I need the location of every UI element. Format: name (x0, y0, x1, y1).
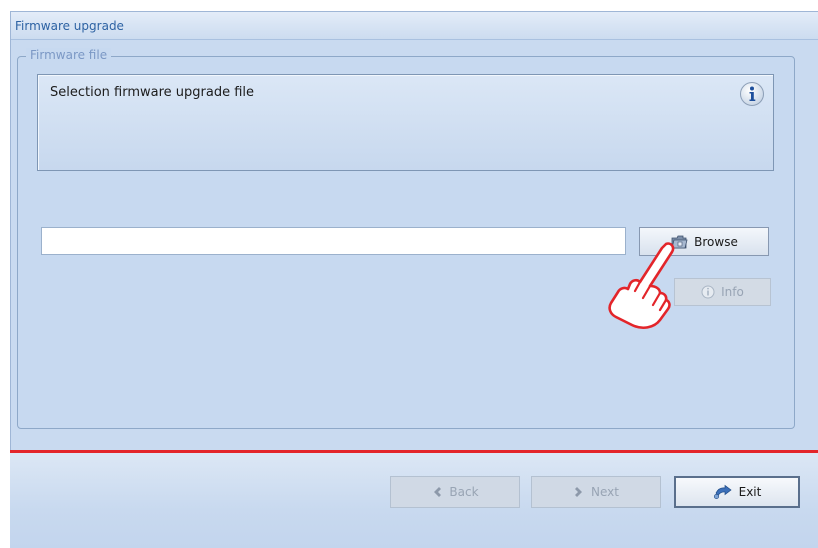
exit-button[interactable]: Exit (674, 476, 800, 508)
back-button[interactable]: Back (390, 476, 520, 508)
title-bar: Firmware upgrade (11, 12, 818, 40)
info-button-label: Info (721, 285, 744, 299)
info-icon (740, 82, 764, 106)
window-title: Firmware upgrade (15, 19, 124, 33)
next-button-label: Next (591, 485, 619, 499)
group-legend: Firmware file (26, 48, 112, 62)
pointing-hand-icon (608, 242, 675, 330)
info-circle-icon (701, 285, 715, 299)
chevron-left-icon (431, 486, 443, 498)
back-button-label: Back (449, 485, 479, 499)
next-button[interactable]: Next (531, 476, 661, 508)
info-panel-text: Selection firmware upgrade file (50, 85, 255, 100)
exit-icon (713, 484, 733, 500)
browse-button-label: Browse (694, 234, 738, 249)
chevron-right-icon (573, 486, 585, 498)
exit-button-label: Exit (738, 485, 762, 499)
info-panel: Selection firmware upgrade file (37, 74, 774, 171)
info-button[interactable]: Info (674, 278, 771, 306)
firmware-file-path-input[interactable] (41, 227, 626, 255)
